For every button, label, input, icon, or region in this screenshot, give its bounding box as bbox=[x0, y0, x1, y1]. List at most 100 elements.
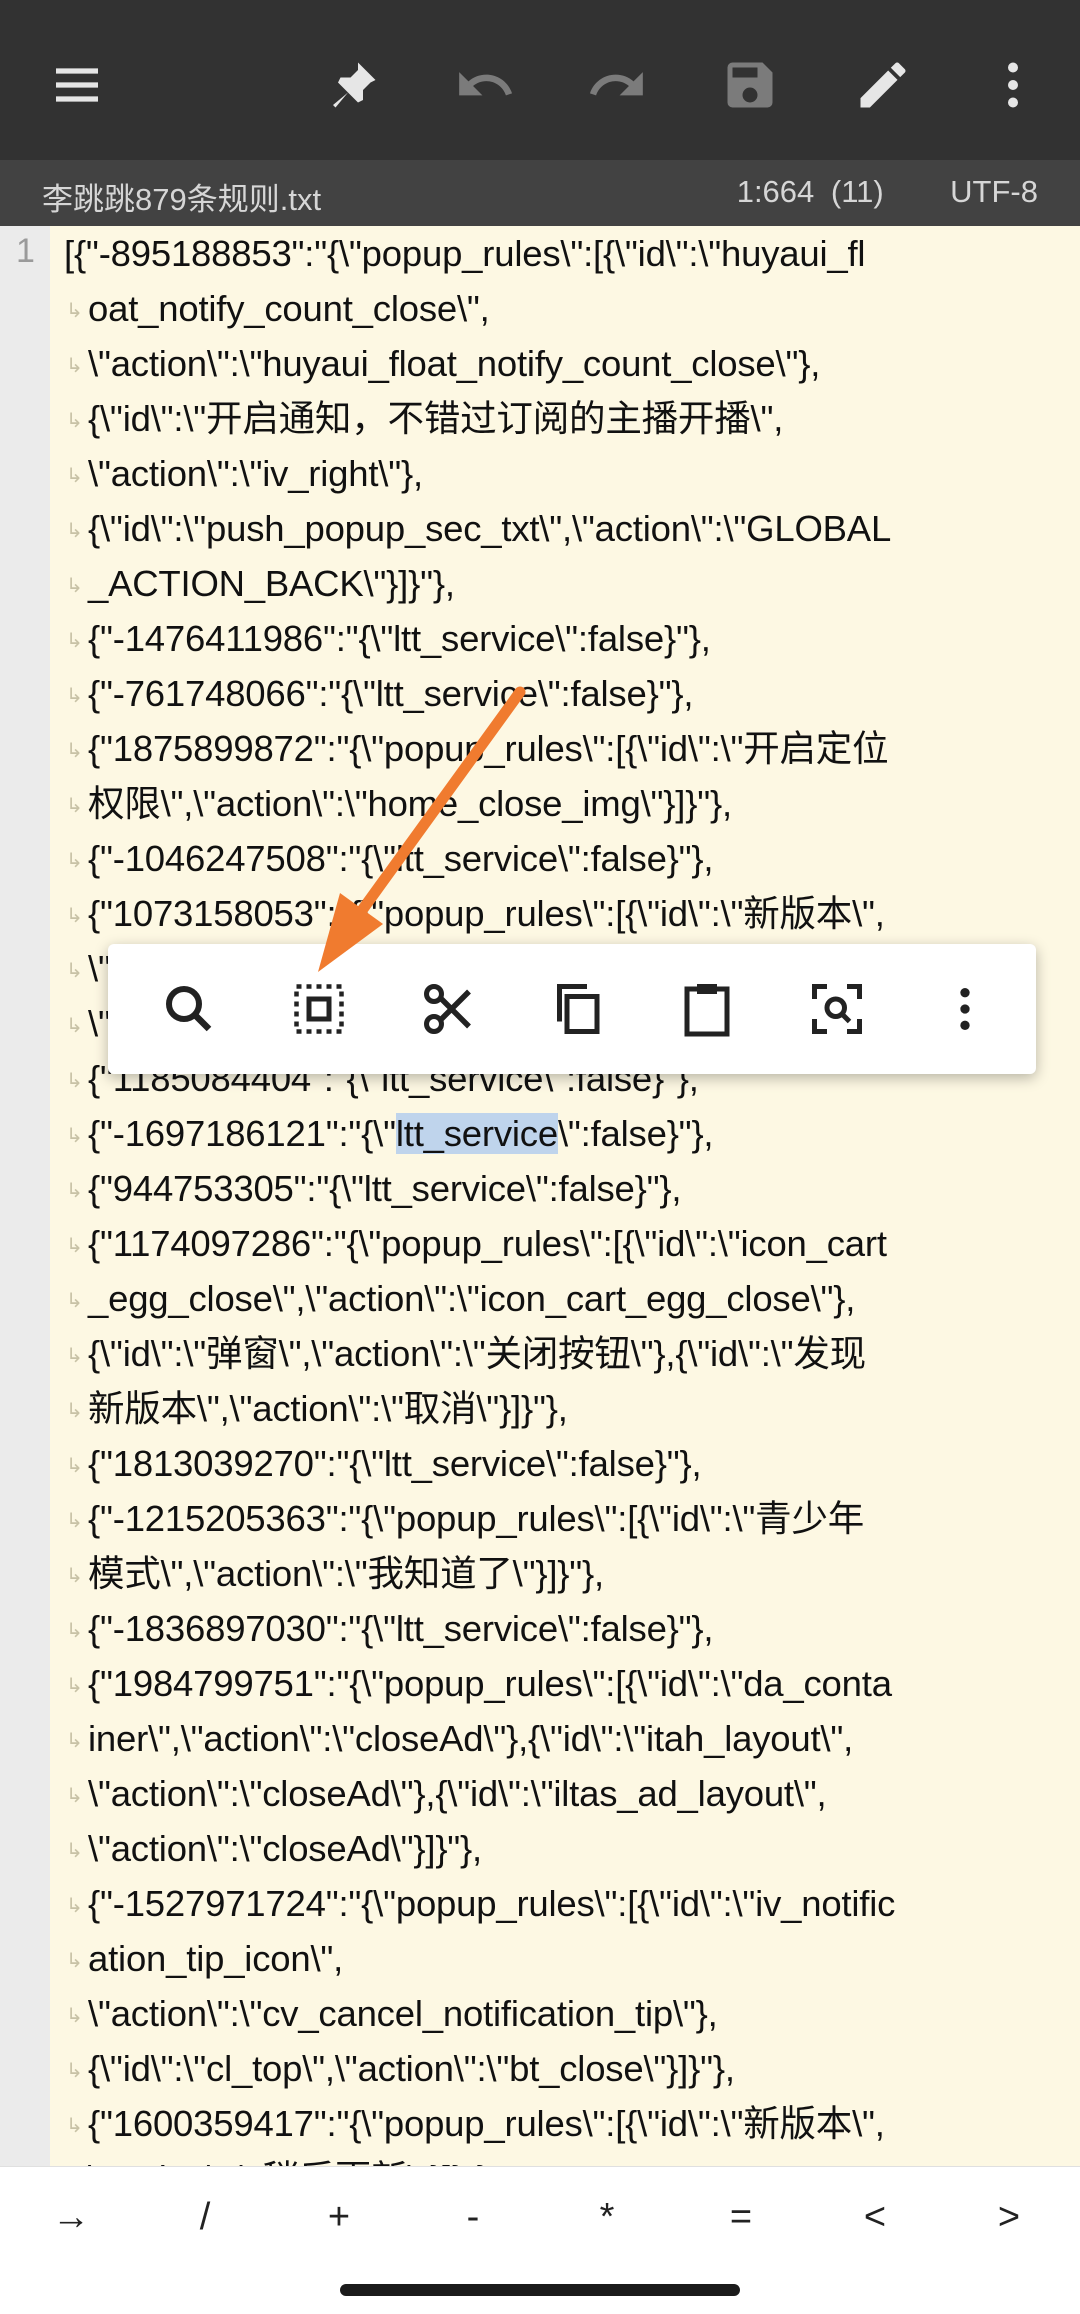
symbol-key[interactable]: * bbox=[540, 2167, 674, 2267]
line-number-gutter: 1 bbox=[0, 226, 50, 2166]
wrap-start-icon: ↳ bbox=[66, 850, 83, 872]
editor-line: {"1875899872":"{\"popup_rules\":[{\"id\"… bbox=[88, 728, 889, 769]
wrap-start-icon: ↳ bbox=[66, 1730, 83, 1752]
wrap-start-icon: ↳ bbox=[66, 465, 83, 487]
editor-line: \"action\":\"iv_right\"}, bbox=[88, 453, 423, 494]
editor-line: {\"id\":\"开启通知，不错过订阅的主播开播\", bbox=[88, 398, 784, 439]
wrap-start-icon: ↳ bbox=[66, 575, 83, 597]
wrap-start-icon: ↳ bbox=[66, 1455, 83, 1477]
line-text: \":false}"}, bbox=[557, 1113, 714, 1154]
editor-line: {"944753305":"{\"ltt_service\":false}"}, bbox=[88, 1168, 682, 1209]
wrap-start-icon: ↳ bbox=[66, 1180, 83, 1202]
editor-line: {"-1215205363":"{\"popup_rules\":[{\"id\… bbox=[88, 1498, 865, 1539]
copy-icon[interactable] bbox=[532, 964, 622, 1054]
paste-icon[interactable] bbox=[662, 964, 752, 1054]
wrap-start-icon: ↳ bbox=[66, 2060, 83, 2082]
line-text: {"-1697186121":"{\" bbox=[88, 1113, 396, 1154]
wrap-start-icon: ↳ bbox=[66, 410, 83, 432]
editor-line: {"1174097286":"{\"popup_rules\":[{\"id\"… bbox=[88, 1223, 887, 1264]
wrap-start-icon: ↳ bbox=[66, 2115, 83, 2137]
wrap-start-icon: ↳ bbox=[66, 1345, 83, 1367]
wrap-start-icon: ↳ bbox=[66, 1400, 83, 1422]
encoding-label: UTF-8 bbox=[950, 174, 1038, 209]
file-status-bar: 李跳跳879条规则.txt 1:664 (11) UTF-8 bbox=[0, 160, 1080, 226]
wrap-start-icon: ↳ bbox=[66, 685, 83, 707]
wrap-start-icon: ↳ bbox=[66, 1235, 83, 1257]
undo-icon[interactable] bbox=[440, 40, 530, 130]
wrap-start-icon: ↳ bbox=[66, 1510, 83, 1532]
wrap-start-icon: ↳ bbox=[66, 1895, 83, 1917]
editor-line: \"action\":\"cv_cancel_notification_tip\… bbox=[88, 1993, 718, 2034]
editor-line: {"1073158053":"{\"popup_rules\":[{\"id\"… bbox=[88, 893, 885, 934]
symbol-key[interactable]: - bbox=[406, 2167, 540, 2267]
editor-line: 新版本\",\"action\":\"取消\"}]}"}, bbox=[88, 1388, 568, 1429]
symbol-key[interactable]: = bbox=[674, 2167, 808, 2267]
wrap-start-icon: ↳ bbox=[66, 1840, 83, 1862]
pin-icon[interactable] bbox=[308, 40, 398, 130]
editor-line: oat_notify_count_close\", bbox=[88, 288, 490, 329]
search-icon[interactable] bbox=[144, 964, 234, 1054]
text-selection-popup bbox=[108, 944, 1036, 1074]
top-toolbar bbox=[0, 0, 1080, 160]
file-name: 李跳跳879条规则.txt bbox=[42, 182, 322, 217]
symbol-key[interactable]: → bbox=[4, 2167, 138, 2267]
redo-icon[interactable] bbox=[572, 40, 662, 130]
wrap-start-icon: ↳ bbox=[66, 1950, 83, 1972]
menu-icon[interactable] bbox=[32, 40, 122, 130]
selected-text[interactable]: ltt_service bbox=[395, 1113, 558, 1154]
wrap-start-icon: ↳ bbox=[66, 1675, 83, 1697]
select-all-icon[interactable] bbox=[274, 964, 364, 1054]
wrap-start-icon: ↳ bbox=[66, 1015, 83, 1037]
editor-line: {"-1046247508":"{\"ltt_service\":false}"… bbox=[88, 838, 714, 879]
editor-line: {"1600359417":"{\"popup_rules\":[{\"id\"… bbox=[88, 2103, 885, 2144]
symbol-key[interactable]: / bbox=[138, 2167, 272, 2267]
symbol-key[interactable]: < bbox=[808, 2167, 942, 2267]
more-vert-icon[interactable] bbox=[968, 40, 1058, 130]
editor-line: \"action\":\"稍后更新\"}]}"}, bbox=[88, 2151, 499, 2166]
edit-icon[interactable] bbox=[838, 40, 928, 130]
editor-line: {\"id\":\"push_popup_sec_txt\",\"action\… bbox=[88, 508, 892, 549]
wrap-start-icon: ↳ bbox=[66, 1785, 83, 1807]
editor-line: {"-761748066":"{\"ltt_service\":false}"}… bbox=[88, 673, 694, 714]
editor-line: {"-1527971724":"{\"popup_rules\":[{\"id\… bbox=[88, 1883, 896, 1924]
wrap-start-icon: ↳ bbox=[66, 630, 83, 652]
symbol-key[interactable]: + bbox=[272, 2167, 406, 2267]
editor-line: 模式\",\"action\":\"我知道了\"}]}"}, bbox=[88, 1553, 604, 1594]
wrap-start-icon: ↳ bbox=[66, 795, 83, 817]
home-indicator bbox=[340, 2284, 740, 2296]
editor-line: {"-1836897030":"{\"ltt_service\":false}"… bbox=[88, 1608, 714, 1649]
wrap-start-icon: ↳ bbox=[66, 1290, 83, 1312]
wrap-start-icon: ↳ bbox=[66, 1125, 83, 1147]
editor-line: {"-1476411986":"{\"ltt_service\":false}"… bbox=[88, 618, 711, 659]
editor-line: {"1813039270":"{\"ltt_service\":false}"}… bbox=[88, 1443, 702, 1484]
editor-line: \"action\":\"huyaui_float_notify_count_c… bbox=[88, 343, 821, 384]
wrap-start-icon: ↳ bbox=[66, 355, 83, 377]
screen-search-icon[interactable] bbox=[792, 964, 882, 1054]
wrap-start-icon: ↳ bbox=[66, 960, 83, 982]
editor-line: {"-1697186121":"{\"ltt_service\":false}"… bbox=[88, 1106, 714, 1161]
wrap-start-icon: ↳ bbox=[66, 2005, 83, 2027]
wrap-start-icon: ↳ bbox=[66, 300, 83, 322]
editor-line: \"action\":\"closeAd\"}]}"}, bbox=[88, 1828, 482, 1869]
line-number: 1 bbox=[16, 232, 35, 270]
wrap-start-icon: ↳ bbox=[66, 740, 83, 762]
editor-line: \"action\":\"closeAd\"},{\"id\":\"iltas_… bbox=[88, 1773, 827, 1814]
wrap-start-icon: ↳ bbox=[66, 1565, 83, 1587]
editor-line: _ACTION_BACK\"}]}"}, bbox=[88, 563, 455, 604]
editor-line: _egg_close\",\"action\":\"icon_cart_egg_… bbox=[88, 1278, 856, 1319]
cut-icon[interactable] bbox=[404, 964, 494, 1054]
editor-line: {\"id\":\"cl_top\",\"action\":\"bt_close… bbox=[88, 2048, 735, 2089]
cursor-position: 1:664 (11) bbox=[736, 174, 884, 209]
text-editor[interactable]: [{"-895188853":"{\"popup_rules\":[{\"id\… bbox=[50, 226, 1080, 2166]
symbol-key[interactable]: > bbox=[942, 2167, 1076, 2267]
wrap-start-icon: ↳ bbox=[66, 520, 83, 542]
cursor-status: 1:664 (11) UTF-8 bbox=[737, 174, 1038, 210]
editor-line: iner\",\"action\":\"closeAd\"},{\"id\":\… bbox=[88, 1718, 854, 1759]
wrap-start-icon: ↳ bbox=[66, 1620, 83, 1642]
save-icon[interactable] bbox=[705, 40, 795, 130]
editor-line: 权限\",\"action\":\"home_close_img\"}]}"}, bbox=[88, 783, 732, 824]
wrap-start-icon: ↳ bbox=[66, 1070, 83, 1092]
wrap-start-icon: ↳ bbox=[66, 905, 83, 927]
editor-line: ation_tip_icon\", bbox=[88, 1938, 344, 1979]
popup-more-icon[interactable] bbox=[920, 964, 1010, 1054]
